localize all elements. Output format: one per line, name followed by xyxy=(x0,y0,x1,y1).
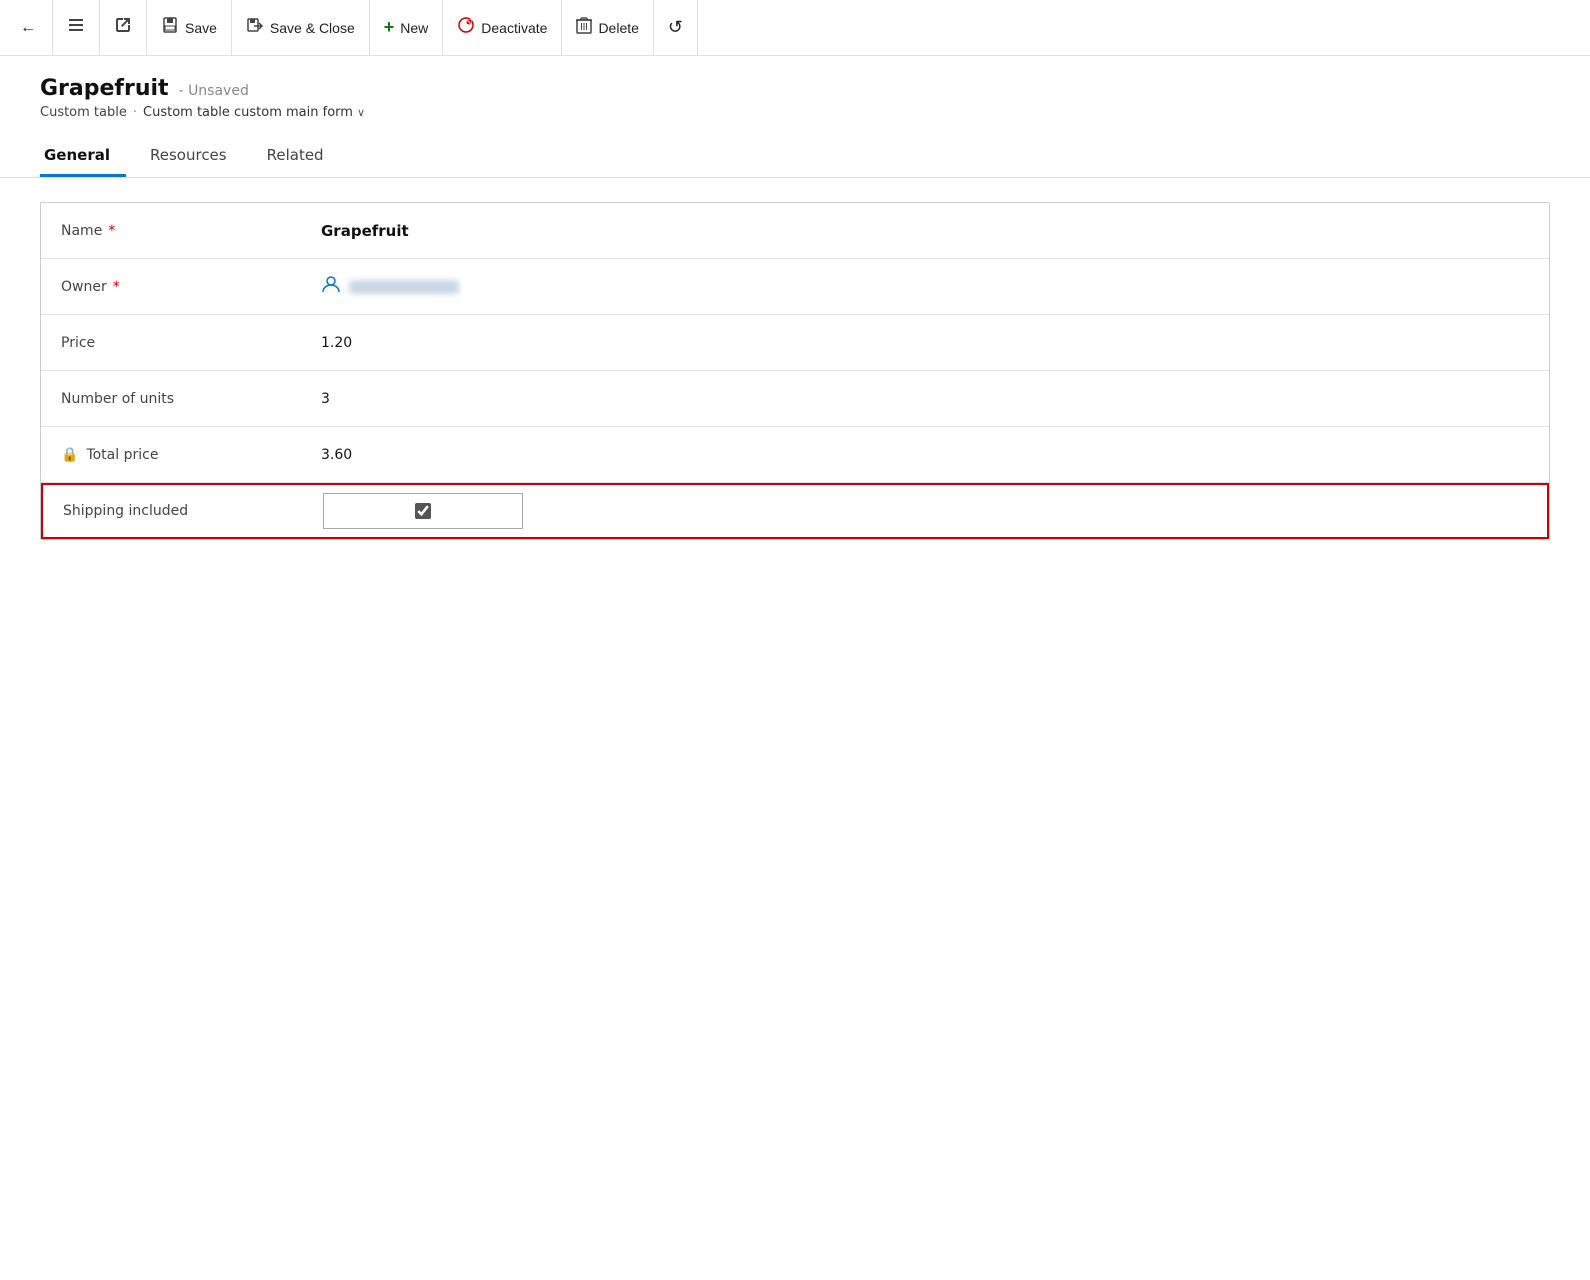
table-name: Custom table xyxy=(40,105,127,120)
page-title: Grapefruit xyxy=(40,76,169,101)
field-value-name[interactable]: Grapefruit xyxy=(321,222,1529,240)
field-row-units: Number of units 3 xyxy=(41,371,1549,427)
shipping-label-text: Shipping included xyxy=(63,503,188,519)
required-indicator-owner: * xyxy=(113,279,120,295)
save-icon xyxy=(161,16,179,39)
field-row-name: Name * Grapefruit xyxy=(41,203,1549,259)
back-button[interactable]: ← xyxy=(12,0,53,55)
field-row-owner: Owner * xyxy=(41,259,1549,315)
tab-general-label: General xyxy=(44,146,110,164)
field-value-shipping[interactable] xyxy=(323,493,1527,529)
delete-icon xyxy=(576,16,592,39)
form-name: Custom table custom main form xyxy=(143,105,353,120)
deactivate-label: Deactivate xyxy=(481,20,547,36)
back-icon: ← xyxy=(20,19,36,37)
delete-label: Delete xyxy=(598,20,638,36)
field-label-name: Name * xyxy=(61,223,321,239)
page-subtitle: Custom table · Custom table custom main … xyxy=(40,105,1550,120)
share-button[interactable] xyxy=(100,0,147,55)
share-icon xyxy=(114,16,132,39)
owner-person-icon xyxy=(321,274,341,299)
subtitle-dot: · xyxy=(133,105,137,120)
refresh-button[interactable]: ↺ xyxy=(654,0,698,55)
field-label-total-price: 🔒 Total price xyxy=(61,447,321,463)
tab-related[interactable]: Related xyxy=(263,136,340,177)
tab-general[interactable]: General xyxy=(40,136,126,177)
save-close-button[interactable]: Save & Close xyxy=(232,0,370,55)
tab-resources-label: Resources xyxy=(150,146,227,164)
field-row-price: Price 1.20 xyxy=(41,315,1549,371)
tab-related-label: Related xyxy=(267,146,324,164)
form-section: Name * Grapefruit Owner * Price xyxy=(40,202,1550,540)
unsaved-indicator: - Unsaved xyxy=(179,83,249,99)
new-plus-icon: + xyxy=(384,17,395,38)
field-value-owner[interactable] xyxy=(321,274,1529,299)
toolbar: ← Save xyxy=(0,0,1590,56)
form-selector[interactable]: Custom table custom main form ∨ xyxy=(143,105,365,120)
tabs-bar: General Resources Related xyxy=(0,136,1590,178)
refresh-icon: ↺ xyxy=(668,17,683,38)
field-value-units[interactable]: 3 xyxy=(321,391,1529,407)
field-value-price[interactable]: 1.20 xyxy=(321,335,1529,351)
save-close-label: Save & Close xyxy=(270,20,355,36)
page-header: Grapefruit - Unsaved Custom table · Cust… xyxy=(0,56,1590,120)
owner-name-blurred xyxy=(349,280,459,294)
field-label-units: Number of units xyxy=(61,391,321,407)
save-label: Save xyxy=(185,20,217,36)
required-indicator-name: * xyxy=(108,223,115,239)
field-label-shipping: Shipping included xyxy=(63,503,323,519)
new-button[interactable]: + New xyxy=(370,0,444,55)
new-label: New xyxy=(400,20,428,36)
save-button[interactable]: Save xyxy=(147,0,232,55)
owner-value-row xyxy=(321,274,1529,299)
tab-resources[interactable]: Resources xyxy=(146,136,243,177)
field-label-owner: Owner * xyxy=(61,279,321,295)
shipping-checkbox-container[interactable] xyxy=(323,493,523,529)
field-label-price: Price xyxy=(61,335,321,351)
lock-icon: 🔒 xyxy=(61,447,78,463)
shipping-checkbox[interactable] xyxy=(415,503,431,519)
field-row-shipping: Shipping included xyxy=(41,483,1549,539)
field-value-total-price: 3.60 xyxy=(321,447,1529,463)
delete-button[interactable]: Delete xyxy=(562,0,653,55)
list-view-button[interactable] xyxy=(53,0,100,55)
form-dropdown-chevron-icon: ∨ xyxy=(357,106,365,119)
save-close-icon xyxy=(246,16,264,39)
deactivate-icon xyxy=(457,16,475,39)
deactivate-button[interactable]: Deactivate xyxy=(443,0,562,55)
field-row-total-price: 🔒 Total price 3.60 xyxy=(41,427,1549,483)
list-icon xyxy=(67,16,85,39)
